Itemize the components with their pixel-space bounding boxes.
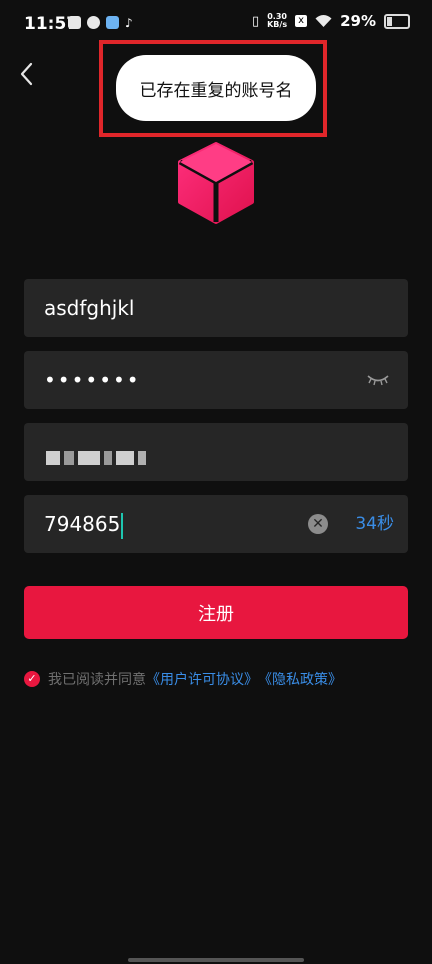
wifi-icon — [315, 14, 332, 27]
app-icon — [87, 16, 100, 29]
verification-code-field[interactable]: 794865 ✕ 34秒 — [24, 495, 408, 553]
vibrate-icon: ▯ — [251, 13, 260, 29]
user-agreement-link[interactable]: 《用户许可协议》 — [146, 669, 258, 689]
speed-unit: KB/s — [267, 20, 288, 29]
countdown-timer: 34秒 — [355, 514, 394, 534]
username-input[interactable]: asdfghjkl — [44, 279, 134, 337]
home-indicator[interactable] — [128, 958, 304, 962]
tiktok-icon: ♪ — [125, 16, 133, 30]
network-speed: 0.30 KB/s — [267, 13, 287, 29]
agreement-prefix: 我已阅读并同意 — [48, 672, 146, 688]
clear-icon[interactable]: ✕ — [308, 514, 328, 534]
gallery-icon — [106, 16, 119, 29]
password-field[interactable]: ••••••• — [24, 351, 408, 409]
phone-number-redacted — [46, 451, 146, 465]
register-button[interactable]: 注册 — [24, 586, 408, 639]
agreement-checkbox[interactable]: ✓ — [24, 671, 40, 687]
phone-field[interactable] — [24, 423, 408, 481]
notification-icons: ♪ — [68, 16, 133, 30]
password-input[interactable]: ••••••• — [44, 351, 141, 409]
app-logo-icon — [178, 142, 254, 224]
username-field[interactable]: asdfghjkl — [24, 279, 408, 337]
agreement-row: ✓ 我已阅读并同意 《用户许可协议》 《隐私政策》 — [24, 669, 342, 689]
status-right: ▯ 0.30 KB/s x 29% — [252, 12, 410, 30]
back-arrow-icon[interactable] — [14, 60, 42, 88]
battery-icon — [384, 13, 410, 29]
nfc-icon: x — [295, 15, 308, 27]
code-value: 794865 — [44, 512, 121, 536]
eye-closed-icon[interactable] — [366, 371, 390, 389]
privacy-policy-link[interactable]: 《隐私政策》 — [258, 669, 342, 689]
battery-percent: 29% — [340, 12, 376, 30]
text-caret — [121, 512, 124, 539]
code-input[interactable]: 794865 — [44, 495, 124, 553]
toast-message: 已存在重复的账号名 — [116, 55, 316, 121]
calendar-icon — [68, 16, 81, 29]
